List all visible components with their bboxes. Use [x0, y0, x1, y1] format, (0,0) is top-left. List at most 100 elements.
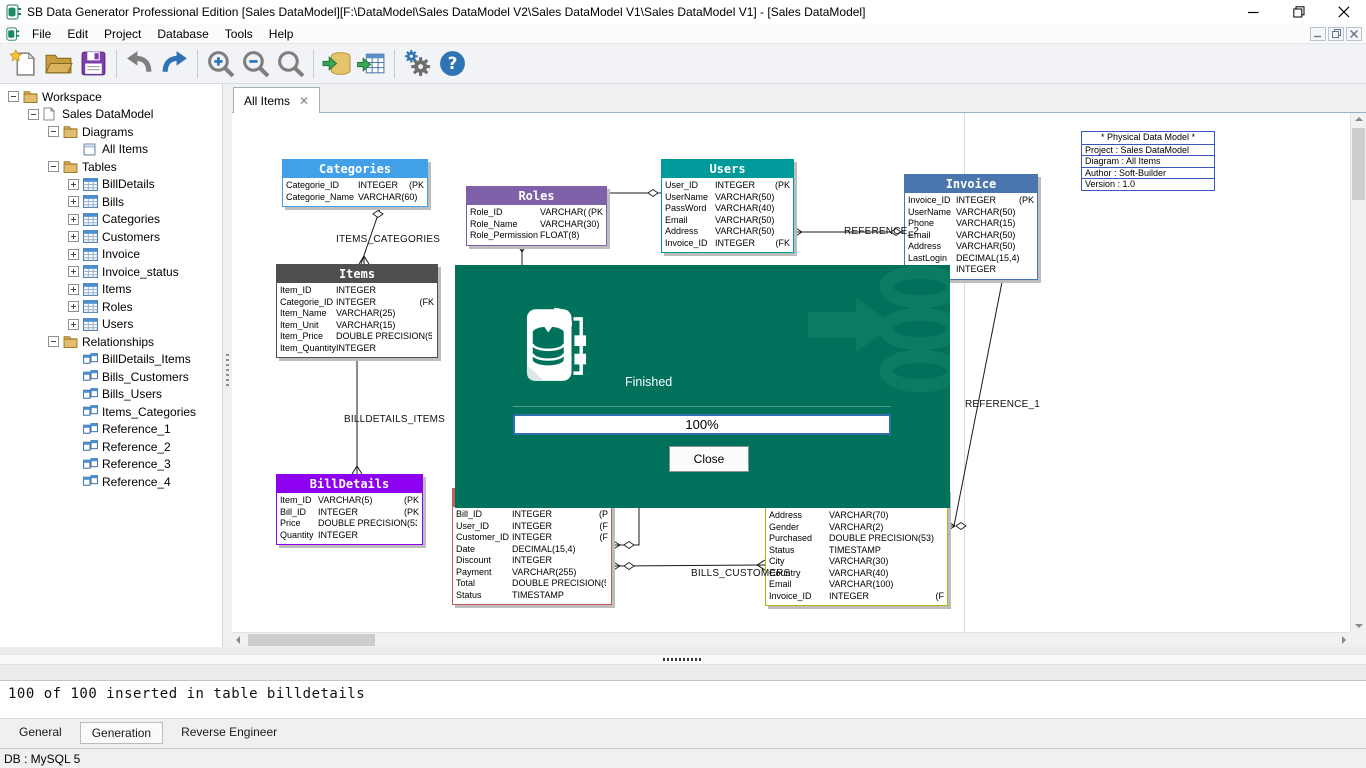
tree-item-label: Invoice	[102, 247, 140, 261]
data-generator-icon	[525, 307, 587, 390]
close-window-button[interactable]	[1321, 0, 1366, 24]
mdi-close-button[interactable]	[1346, 27, 1362, 41]
splitter-grip[interactable]	[226, 354, 229, 387]
zoom-in-button[interactable]	[203, 47, 238, 80]
menu-tools[interactable]: Tools	[217, 27, 261, 41]
expand-icon[interactable]	[68, 284, 79, 295]
output-tab-general[interactable]: General	[8, 722, 73, 742]
scroll-down-arrow[interactable]	[1355, 624, 1363, 628]
entity-categories[interactable]: CategoriesCategorie_IDINTEGER(PKCategori…	[282, 159, 428, 207]
tree-item-customers[interactable]: Customers	[0, 228, 222, 246]
vertical-scroll-thumb[interactable]	[1352, 128, 1365, 200]
entity-items[interactable]: ItemsItem_IDINTEGERCategorie_IDINTEGER(F…	[276, 264, 438, 358]
tree-item-categories[interactable]: Categories	[0, 211, 222, 229]
tree-item-invoice-status[interactable]: Invoice_status	[0, 263, 222, 281]
output-tab-reverse-engineer[interactable]: Reverse Engineer	[170, 722, 288, 742]
expand-icon[interactable]	[68, 231, 79, 242]
close-button[interactable]: Close	[669, 446, 749, 472]
tree-item-reference-1[interactable]: Reference_1	[0, 421, 222, 439]
settings-button[interactable]	[400, 47, 435, 80]
tree-item-billdetails-items[interactable]: BillDetails_Items	[0, 351, 222, 369]
tree-item-items-categories[interactable]: Items_Categories	[0, 403, 222, 421]
tree-item-billdetails[interactable]: BillDetails	[0, 176, 222, 194]
scroll-right-arrow[interactable]	[1342, 636, 1346, 644]
help-icon: ?	[438, 49, 467, 78]
horizontal-scrollbar[interactable]	[232, 632, 1350, 647]
expand-icon[interactable]	[68, 301, 79, 312]
horizontal-splitter[interactable]	[0, 647, 1366, 680]
collapse-icon[interactable]	[48, 161, 59, 172]
entity-roles[interactable]: RolesRole_IDVARCHAR(5)(PKRole_NameVARCHA…	[466, 186, 607, 246]
restore-button[interactable]	[1276, 0, 1321, 24]
menu-file[interactable]: File	[24, 27, 59, 41]
redo-button[interactable]	[157, 47, 192, 80]
minimize-button[interactable]	[1231, 0, 1276, 24]
collapse-icon[interactable]	[48, 126, 59, 137]
expand-icon[interactable]	[68, 179, 79, 190]
tree-item-all-items[interactable]: All Items	[0, 141, 222, 159]
splitter-dots[interactable]	[663, 658, 701, 661]
entity-billdetails[interactable]: BillDetailsItem_IDVARCHAR(5)(PKBill_IDIN…	[276, 474, 423, 545]
help-button[interactable]: ?	[435, 47, 470, 80]
menu-database[interactable]: Database	[149, 27, 216, 41]
menu-help[interactable]: Help	[261, 27, 302, 41]
tree-item-relationships[interactable]: Relationships	[0, 333, 222, 351]
output-tab-generation[interactable]: Generation	[80, 722, 163, 744]
entity-column-row: PurchasedDOUBLE PRECISION(53)	[769, 533, 944, 545]
mdi-minimize-button[interactable]	[1310, 27, 1326, 41]
collapse-icon[interactable]	[48, 336, 59, 347]
column-name: Status	[456, 590, 512, 602]
tab-all-items[interactable]: All Items ✕	[233, 87, 320, 113]
scroll-left-arrow[interactable]	[236, 636, 240, 644]
tree-item-label: Reference_2	[102, 440, 171, 454]
output-tab-strip: General Generation Reverse Engineer	[0, 718, 1366, 748]
collapse-icon[interactable]	[8, 91, 19, 102]
tree-item-bills[interactable]: Bills	[0, 193, 222, 211]
tree-item-tables[interactable]: Tables	[0, 158, 222, 176]
column-type: DOUBLE PRECISION(53)	[336, 331, 432, 343]
tree-item-invoice[interactable]: Invoice	[0, 246, 222, 264]
tree-item-items[interactable]: Items	[0, 281, 222, 299]
sb-data-generator-window: { "window": { "title": "SB Data Generato…	[0, 0, 1366, 768]
zoom-button[interactable]	[273, 47, 308, 80]
entity-invoice[interactable]: InvoiceInvoice_IDINTEGER(PKUserNameVARCH…	[904, 174, 1038, 280]
generation-log-panel: 100 of 100 inserted in table billdetails	[0, 680, 1366, 718]
expand-icon[interactable]	[68, 214, 79, 225]
expand-icon[interactable]	[68, 249, 79, 260]
expand-icon[interactable]	[68, 196, 79, 207]
tree-item-reference-2[interactable]: Reference_2	[0, 438, 222, 456]
undo-button[interactable]	[122, 47, 157, 80]
scroll-up-arrow[interactable]	[1355, 117, 1363, 121]
mdi-restore-button[interactable]	[1328, 27, 1344, 41]
column-type: VARCHAR(100)	[829, 579, 942, 591]
open-folder-button[interactable]	[41, 47, 76, 80]
vertical-scrollbar[interactable]	[1350, 113, 1366, 632]
tree-item-bills-users[interactable]: Bills_Users	[0, 386, 222, 404]
menu-project[interactable]: Project	[96, 27, 149, 41]
save-button[interactable]	[76, 47, 111, 80]
tree-item-bills-customers[interactable]: Bills_Customers	[0, 368, 222, 386]
tree-item-roles[interactable]: Roles	[0, 298, 222, 316]
entity-users[interactable]: UsersUser_IDINTEGER(PKUserNameVARCHAR(50…	[661, 159, 794, 253]
column-name: LastLogin	[908, 253, 956, 265]
new-file-button[interactable]	[6, 47, 41, 80]
generate-table-button[interactable]	[354, 47, 389, 80]
collapse-icon[interactable]	[28, 109, 39, 120]
tree-item-reference-3[interactable]: Reference_3	[0, 456, 222, 474]
entity-column-row: QuantityINTEGER	[280, 530, 419, 542]
tree-item-sales-datamodel[interactable]: Sales DataModel	[0, 106, 222, 124]
generate-database-button[interactable]	[319, 47, 354, 80]
tree-item-users[interactable]: Users	[0, 316, 222, 334]
tree-item-diagrams[interactable]: Diagrams	[0, 123, 222, 141]
vertical-splitter[interactable]	[222, 84, 232, 647]
horizontal-scroll-thumb[interactable]	[248, 634, 375, 646]
tree-item-label: Customers	[102, 230, 160, 244]
expand-icon[interactable]	[68, 266, 79, 277]
tab-close-icon[interactable]: ✕	[299, 95, 309, 107]
zoom-out-button[interactable]	[238, 47, 273, 80]
tree-item-workspace[interactable]: Workspace	[0, 88, 222, 106]
tree-item-reference-4[interactable]: Reference_4	[0, 473, 222, 491]
expand-icon[interactable]	[68, 319, 79, 330]
table-icon	[83, 318, 100, 331]
menu-edit[interactable]: Edit	[59, 27, 96, 41]
